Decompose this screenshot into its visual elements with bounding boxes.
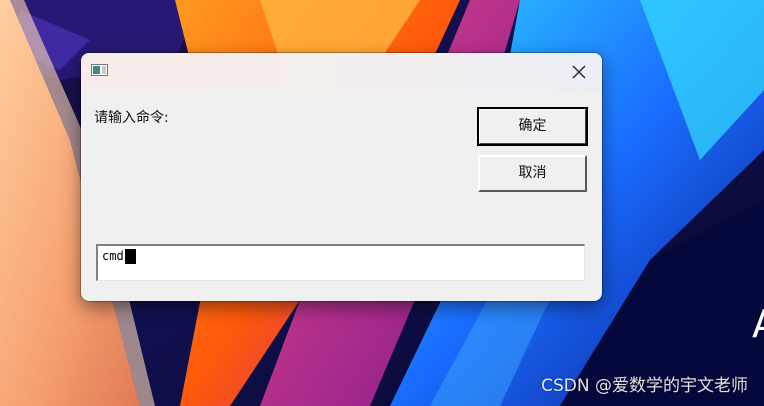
dialog-titlebar[interactable]	[81, 53, 602, 91]
ok-button[interactable]: 确定	[478, 108, 587, 145]
close-button[interactable]	[556, 53, 602, 91]
text-cursor	[124, 249, 136, 264]
app-window-icon	[91, 64, 108, 76]
command-input[interactable]: cmd	[96, 244, 585, 281]
command-prompt-label: 请输入命令:	[94, 110, 169, 126]
command-dialog: 请输入命令: 确定 取消 cmd	[81, 53, 602, 301]
wallpaper-edge-letter: A	[752, 305, 764, 343]
close-icon	[572, 65, 586, 79]
command-input-value: cmd	[102, 249, 124, 263]
cancel-button[interactable]: 取消	[478, 155, 587, 192]
watermark-text: CSDN @爱数学的宇文老师	[541, 376, 748, 396]
